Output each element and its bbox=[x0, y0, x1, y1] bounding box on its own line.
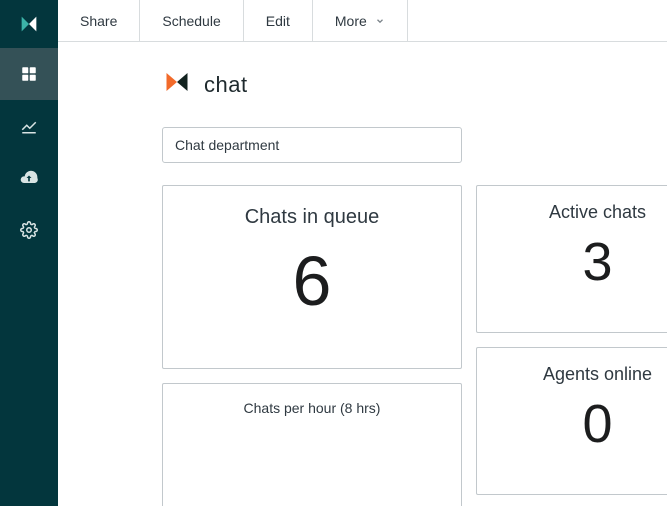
card-title: Active chats bbox=[549, 202, 646, 223]
chevron-down-icon bbox=[375, 16, 385, 26]
card-chats-per-hour: Chats per hour (8 hrs) bbox=[162, 383, 462, 506]
app-logo[interactable] bbox=[0, 0, 58, 48]
nav-upload[interactable] bbox=[0, 152, 58, 204]
more-button[interactable]: More bbox=[313, 0, 408, 41]
main: Share Schedule Edit More bbox=[58, 0, 667, 506]
card-title: Agents online bbox=[543, 364, 652, 385]
card-value: 3 bbox=[582, 233, 612, 292]
toolbar: Share Schedule Edit More bbox=[58, 0, 667, 42]
department-select[interactable]: Chat department bbox=[162, 127, 462, 163]
department-selected-label: Chat department bbox=[175, 137, 279, 153]
edit-button[interactable]: Edit bbox=[244, 0, 313, 41]
card-value: 6 bbox=[293, 243, 332, 320]
share-label: Share bbox=[80, 13, 117, 29]
card-value: 0 bbox=[582, 395, 612, 454]
nav-dashboards[interactable] bbox=[0, 48, 58, 100]
chat-product-icon bbox=[162, 68, 192, 101]
card-title: Chats per hour (8 hrs) bbox=[244, 400, 381, 416]
nav-settings[interactable] bbox=[0, 204, 58, 256]
nav-reports[interactable] bbox=[0, 100, 58, 152]
share-button[interactable]: Share bbox=[58, 0, 140, 41]
card-title: Chats in queue bbox=[245, 206, 380, 229]
card-chats-in-queue: Chats in queue 6 bbox=[162, 185, 462, 369]
content: chat Chat department Chats in queue 6 Ch… bbox=[58, 42, 667, 506]
schedule-label: Schedule bbox=[162, 13, 220, 29]
card-active-chats: Active chats 3 bbox=[476, 185, 667, 333]
edit-label: Edit bbox=[266, 13, 290, 29]
card-agents-online: Agents online 0 bbox=[476, 347, 667, 495]
more-label: More bbox=[335, 13, 367, 29]
brand-row: chat bbox=[76, 60, 649, 109]
brand-title: chat bbox=[204, 72, 248, 98]
sidebar bbox=[0, 0, 58, 506]
schedule-button[interactable]: Schedule bbox=[140, 0, 243, 41]
